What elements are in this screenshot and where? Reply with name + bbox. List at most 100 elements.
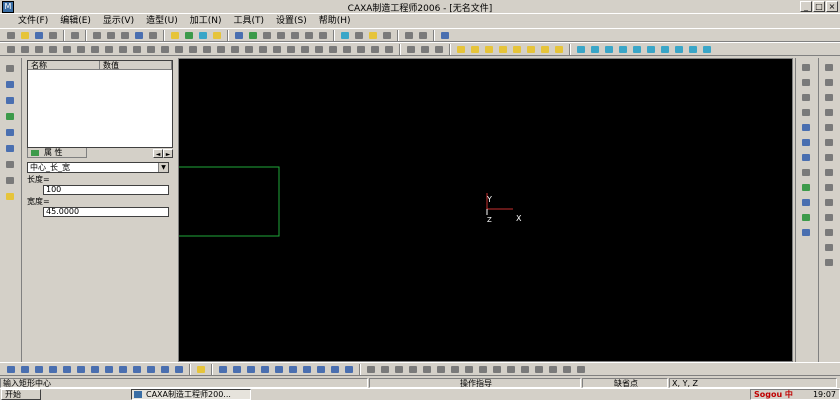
surface-icon[interactable] [511,44,523,55]
tool-icon[interactable] [800,137,812,148]
tool-icon[interactable] [800,92,812,103]
tool-icon[interactable] [47,364,59,375]
column-value[interactable]: 数值 [100,61,172,70]
simulate-icon[interactable] [4,159,16,170]
menu-edit[interactable]: 编辑(E) [54,14,97,28]
dimension-icon[interactable] [823,257,835,268]
select-arrow-icon[interactable] [4,63,16,74]
tool-icon[interactable] [435,364,447,375]
tool-icon[interactable] [405,44,417,55]
undo-icon[interactable] [133,30,145,41]
tool-icon[interactable] [329,364,341,375]
tool-icon[interactable] [257,44,269,55]
tool-icon[interactable] [75,44,87,55]
offset-icon[interactable] [823,197,835,208]
tool-icon[interactable] [33,364,45,375]
tool-icon[interactable] [505,364,517,375]
tool-icon[interactable] [131,364,143,375]
tool-icon[interactable] [800,107,812,118]
window-icon[interactable] [233,30,245,41]
tool-icon[interactable] [369,44,381,55]
close-button[interactable]: × [826,1,838,12]
view-icon[interactable] [403,30,415,41]
chevron-down-icon[interactable]: ▼ [158,163,168,172]
tool-icon[interactable] [245,364,257,375]
tool-icon[interactable] [561,364,573,375]
tool-icon[interactable] [383,44,395,55]
tool-icon[interactable] [145,44,157,55]
surface-icon[interactable] [497,44,509,55]
tool-icon[interactable] [800,62,812,73]
tree-icon[interactable] [4,95,16,106]
tool-icon[interactable] [421,364,433,375]
taskbar-app-button[interactable]: CAXA制造工程师200... [131,389,251,400]
save-icon[interactable] [33,30,45,41]
tool-icon[interactable] [173,44,185,55]
cut-icon[interactable] [91,30,103,41]
tool-icon[interactable] [273,364,285,375]
feature-icon[interactable] [645,44,657,55]
tool-icon[interactable] [117,364,129,375]
tool-icon[interactable] [103,44,115,55]
tool-icon[interactable] [89,364,101,375]
paste-icon[interactable] [119,30,131,41]
rotate-icon[interactable] [303,30,315,41]
tool-icon[interactable] [217,364,229,375]
edit-icon[interactable] [4,79,16,90]
tool-icon[interactable] [393,364,405,375]
feature-icon[interactable] [589,44,601,55]
tool-icon[interactable] [800,182,812,193]
tool-library-icon[interactable] [4,191,16,202]
pan-icon[interactable] [317,30,329,41]
tool-icon[interactable] [313,44,325,55]
formula-curve-icon[interactable] [823,167,835,178]
surface-icon[interactable] [539,44,551,55]
layer-icon[interactable] [183,30,195,41]
color-icon[interactable] [211,30,223,41]
drawing-canvas[interactable]: Y X Z [178,58,793,362]
tool-icon[interactable] [341,44,353,55]
zoom-in-icon[interactable] [275,30,287,41]
tool-icon[interactable] [5,364,17,375]
menu-settings[interactable]: 设置(S) [270,14,313,28]
menu-modeling[interactable]: 造型(U) [140,14,184,28]
tool-icon[interactable] [173,364,185,375]
tool-icon[interactable] [229,44,241,55]
tool-icon[interactable] [195,364,207,375]
zoom-out-icon[interactable] [289,30,301,41]
menu-view[interactable]: 显示(V) [97,14,140,28]
tool-icon[interactable] [159,44,171,55]
rectangle-mode-select[interactable]: 中心_长_宽 ▼ [27,162,169,173]
tool-icon[interactable] [301,364,313,375]
tool-icon[interactable] [327,44,339,55]
new-file-icon[interactable] [5,30,17,41]
width-input[interactable]: 45.0000 [43,207,169,217]
filter-icon[interactable] [197,30,209,41]
tab-properties[interactable]: 属 性 [27,148,87,158]
status-snap-mode[interactable]: 缺省点 [582,377,668,388]
ellipse-icon[interactable] [823,122,835,133]
tool-icon[interactable] [800,152,812,163]
tool-icon[interactable] [33,44,45,55]
feature-icon[interactable] [659,44,671,55]
point-icon[interactable] [823,152,835,163]
properties-icon[interactable] [4,111,16,122]
tool-icon[interactable] [800,212,812,223]
tool-icon[interactable] [407,364,419,375]
tab-scroll-left-button[interactable]: ◄ [153,148,163,158]
tool-icon[interactable] [800,167,812,178]
trim-icon[interactable] [823,227,835,238]
path-icon[interactable] [4,143,16,154]
tool-icon[interactable] [575,364,587,375]
tool-icon[interactable] [299,44,311,55]
tool-icon[interactable] [800,197,812,208]
polygon-icon[interactable] [823,182,835,193]
tool-icon[interactable] [259,364,271,375]
start-button[interactable]: 开始 [1,389,41,400]
feature-icon[interactable] [617,44,629,55]
tool-icon[interactable] [231,364,243,375]
tool-icon[interactable] [419,44,431,55]
light-icon[interactable] [169,30,181,41]
menu-tools[interactable]: 工具(T) [228,14,271,28]
surface-icon[interactable] [525,44,537,55]
